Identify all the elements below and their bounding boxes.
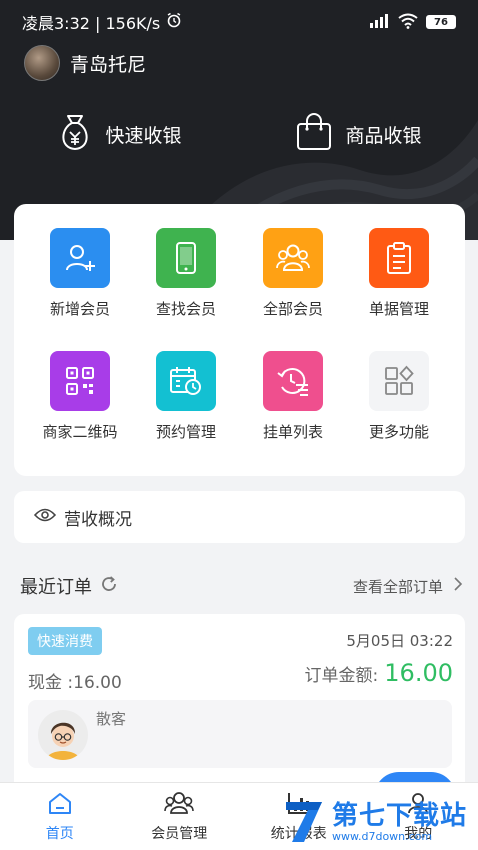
qr-code-icon — [50, 351, 110, 411]
quick-checkout-button[interactable]: 快速收银 — [0, 112, 239, 157]
revenue-label: 营收概况 — [64, 509, 132, 530]
quick-actions: 快速收银 商品收银 — [0, 112, 478, 157]
order-type-badge: 快速消费 — [28, 627, 102, 655]
grid-label: 预约管理 — [155, 423, 216, 441]
grid-item-add-member[interactable]: 新增会员 — [25, 228, 135, 319]
view-all-label: 查看全部订单 — [352, 577, 443, 596]
customer-name: 散客 — [96, 710, 127, 728]
members-icon — [164, 791, 195, 819]
watermark-title: 第七下载站 — [332, 801, 468, 831]
grid-item-document-management[interactable]: 单据管理 — [344, 228, 454, 319]
grid-label: 挂单列表 — [262, 423, 323, 441]
recent-orders-title: 最近订单 — [20, 577, 92, 598]
order-payment: 现金 :16.00 — [28, 673, 122, 693]
status-bar: 凌晨3:32 | 156K/s 76 — [0, 0, 478, 44]
order-total-value: 16.00 — [384, 659, 453, 687]
grid-label: 更多功能 — [368, 423, 429, 441]
wifi-icon — [398, 13, 418, 32]
grid-item-pending-orders[interactable]: 挂单列表 — [238, 351, 348, 442]
clipboard-icon — [369, 228, 429, 288]
watermark-url: www.d7down.com — [332, 830, 433, 843]
revenue-overview[interactable]: 营收概况 — [14, 491, 465, 543]
grid-item-more-functions[interactable]: 更多功能 — [344, 351, 454, 442]
home-icon — [47, 791, 73, 819]
tab-member-management[interactable]: 会员管理 — [120, 783, 240, 850]
grid-item-appointment-management[interactable]: 预约管理 — [131, 351, 241, 442]
history-list-icon — [263, 351, 323, 411]
user-profile[interactable]: 青岛托尼 — [24, 44, 146, 82]
money-bag-icon — [57, 112, 93, 157]
avatar[interactable] — [24, 45, 60, 81]
recent-orders-header: 最近订单 查看全部订单 — [20, 572, 463, 600]
customer-avatar — [38, 710, 88, 760]
tab-label: 首页 — [45, 826, 74, 842]
battery-icon: 76 — [426, 15, 456, 29]
order-total: 订单金额: 16.00 — [305, 659, 453, 687]
grid-label: 新增会员 — [49, 300, 110, 318]
grid-label: 查找会员 — [155, 300, 216, 318]
eye-icon — [33, 507, 57, 528]
refresh-icon[interactable] — [100, 575, 118, 597]
order-total-label: 订单金额: — [304, 666, 379, 686]
quick-checkout-label: 快速收银 — [105, 125, 182, 147]
customer-info: 散客 — [28, 700, 452, 768]
chevron-right-icon — [453, 576, 463, 596]
product-checkout-button[interactable]: 商品收银 — [239, 112, 478, 157]
tab-label: 会员管理 — [151, 826, 208, 842]
order-time: 5月05日 03:22 — [346, 632, 453, 650]
grid-item-merchant-qr[interactable]: 商家二维码 — [25, 351, 135, 442]
phone-icon — [156, 228, 216, 288]
battery-level: 76 — [434, 16, 448, 28]
site-watermark: 第七下载站 www.d7down.com — [282, 796, 478, 850]
watermark-logo-icon — [282, 796, 328, 850]
view-all-orders-link[interactable]: 查看全部订单 — [353, 576, 463, 597]
shopping-bag-icon — [295, 112, 333, 157]
grid-item-find-member[interactable]: 查找会员 — [131, 228, 241, 319]
status-time: 凌晨3:32 | 156K/s — [22, 14, 161, 33]
alarm-icon — [166, 12, 182, 32]
user-name: 青岛托尼 — [70, 53, 147, 76]
calendar-clock-icon — [156, 351, 216, 411]
add-user-icon — [50, 228, 110, 288]
grid-label: 单据管理 — [368, 300, 429, 318]
function-grid: 新增会员 查找会员 全部会员 单据管理 商家二维码 预约管理 挂单列表 更多功能 — [14, 204, 465, 476]
users-icon — [263, 228, 323, 288]
grid-item-all-members[interactable]: 全部会员 — [238, 228, 348, 319]
grid-label: 全部会员 — [262, 300, 323, 318]
grid-more-icon — [369, 351, 429, 411]
tab-home[interactable]: 首页 — [0, 783, 120, 850]
signal-icon — [368, 13, 390, 31]
product-checkout-label: 商品收银 — [345, 125, 422, 147]
grid-label: 商家二维码 — [42, 423, 118, 441]
